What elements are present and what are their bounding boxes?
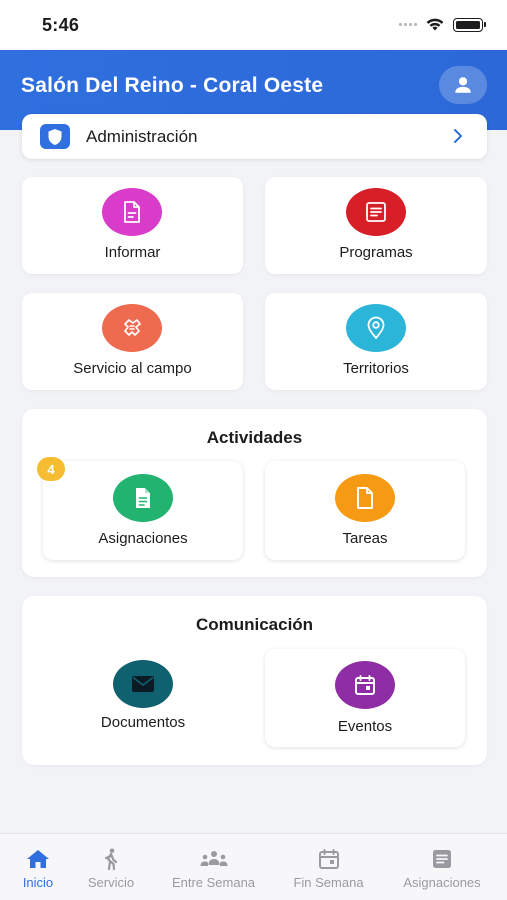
tile-servicio-al-campo[interactable]: Servicio al campo — [22, 293, 243, 390]
list-icon — [346, 188, 406, 236]
group-icon — [199, 848, 229, 870]
tab-servicio[interactable]: Servicio — [78, 834, 144, 900]
tile-servicio-label: Servicio al campo — [73, 360, 192, 377]
tile-programas-label: Programas — [339, 244, 413, 261]
article-icon — [431, 848, 453, 870]
tile-tareas[interactable]: Tareas — [265, 461, 465, 560]
status-icons — [399, 17, 486, 32]
tile-documentos-label: Documentos — [100, 714, 186, 731]
admin-label: Administración — [86, 127, 198, 146]
tab-entre-semana-label: Entre Semana — [171, 875, 256, 890]
tile-informar[interactable]: Informar — [22, 177, 243, 274]
cellular-signal-icon — [399, 23, 417, 26]
tile-territorios-label: Territorios — [343, 360, 409, 377]
location-pin-icon — [346, 304, 406, 352]
hands-icon — [102, 304, 162, 352]
tile-asignaciones[interactable]: Asignaciones — [43, 461, 243, 560]
actividades-card: Actividades Asignaciones 4 Tareas — [22, 409, 487, 577]
file-icon — [335, 474, 395, 522]
tab-servicio-label: Servicio — [87, 875, 135, 890]
tab-fin-semana-label: Fin Semana — [293, 875, 364, 890]
home-icon — [26, 848, 50, 870]
calendar-icon — [318, 848, 340, 870]
document-icon — [102, 188, 162, 236]
status-bar: 5:46 — [0, 0, 507, 50]
tab-asignaciones[interactable]: Asignaciones — [392, 834, 492, 900]
tab-entre-semana[interactable]: Entre Semana — [162, 834, 265, 900]
calendar-icon — [335, 661, 395, 709]
tile-eventos[interactable]: Eventos — [265, 649, 465, 747]
tile-informar-label: Informar — [104, 244, 161, 261]
tab-asignaciones-label: Asignaciones — [403, 875, 481, 890]
tab-fin-semana[interactable]: Fin Semana — [285, 834, 372, 900]
profile-button[interactable] — [439, 66, 487, 104]
status-time: 5:46 — [42, 15, 80, 35]
tile-documentos[interactable]: Documentos — [43, 648, 243, 748]
page-title: Salón Del Reino - Coral Oeste — [21, 74, 324, 97]
tile-programas[interactable]: Programas — [265, 177, 487, 274]
tile-asignaciones-label: Asignaciones — [98, 530, 188, 547]
tab-inicio[interactable]: Inicio — [10, 834, 66, 900]
tile-eventos-label: Eventos — [337, 718, 393, 735]
notification-badge: 4 — [37, 457, 65, 481]
person-icon — [455, 77, 471, 93]
admin-row[interactable]: Administración — [22, 114, 487, 159]
tab-inicio-label: Inicio — [22, 875, 54, 890]
tile-territorios[interactable]: Territorios — [265, 293, 487, 390]
actividades-title: Actividades — [206, 428, 303, 447]
shield-icon — [40, 124, 70, 149]
chevron-right-icon — [454, 129, 462, 143]
mail-icon — [113, 660, 173, 708]
tile-tareas-label: Tareas — [342, 530, 388, 547]
tab-bar: Inicio Servicio Entre Semana Fin Semana … — [0, 833, 507, 900]
battery-icon — [453, 17, 486, 32]
comunicacion-card: Comunicación Documentos Eventos — [22, 596, 487, 765]
walking-person-icon — [102, 848, 120, 870]
assignment-icon — [113, 474, 173, 522]
wifi-icon — [426, 18, 444, 31]
comunicacion-title: Comunicación — [195, 615, 314, 634]
